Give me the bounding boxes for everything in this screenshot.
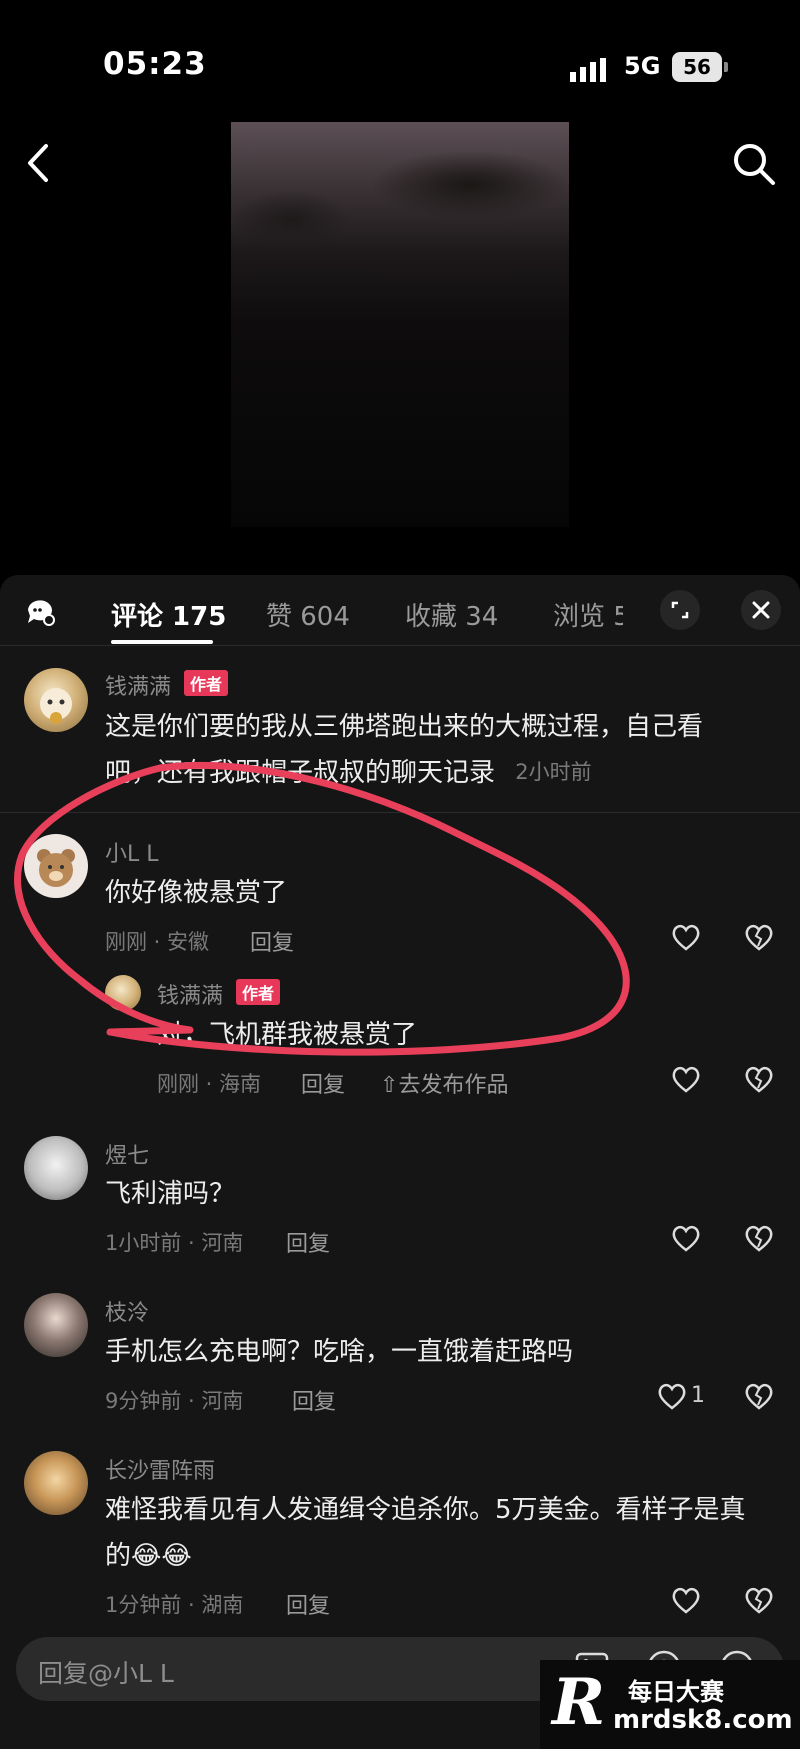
video-shadow: [231, 190, 351, 250]
watermark-title: 每日大赛: [628, 1678, 724, 1706]
heart-icon[interactable]: [670, 1223, 702, 1253]
annotation-circle: [14, 762, 630, 1056]
dislike-icon[interactable]: [743, 1585, 775, 1615]
search-icon[interactable]: [730, 140, 778, 188]
reply-button[interactable]: 回复: [286, 1226, 330, 1258]
cat-avatar-icon: [40, 688, 72, 724]
avatar[interactable]: [24, 1293, 88, 1357]
heart-icon[interactable]: [656, 1381, 688, 1411]
reply-input-placeholder: 回复@小L L: [38, 1659, 174, 1688]
close-button[interactable]: [741, 590, 781, 630]
dislike-icon[interactable]: [743, 1064, 775, 1094]
comment-meta: 1小时前 · 河南: [105, 1231, 244, 1255]
reply-button[interactable]: 回复: [292, 1384, 336, 1416]
comment-meta: 9分钟前 · 河南: [105, 1389, 244, 1413]
expand-icon: [671, 601, 689, 619]
watermark-url: mrdsk8.com: [613, 1705, 793, 1735]
signal-icon: [570, 58, 606, 82]
dislike-icon[interactable]: [743, 922, 775, 952]
tab-comments[interactable]: 评论 175: [111, 596, 226, 633]
avatar[interactable]: [24, 1451, 88, 1515]
author-badge: 作者: [184, 670, 229, 696]
video-shadow: [370, 150, 570, 220]
comment-text-line: 这是你们要的我从三佛塔跑出来的大概过程，自己看: [105, 702, 703, 752]
active-tab-indicator: [111, 640, 213, 644]
dislike-icon[interactable]: [743, 1381, 775, 1411]
tab-likes[interactable]: 赞 604: [266, 596, 350, 633]
comment-username[interactable]: 长沙雷阵雨: [105, 1453, 215, 1485]
comment-text: 飞利浦吗？: [105, 1179, 236, 1209]
comment-text-line: 的😂😂: [105, 1541, 192, 1571]
comment-text-line: 这是你们要的我从三佛塔跑出来的大概过程，自己看: [105, 712, 704, 742]
comment-text: 手机怎么充电啊？吃啥，一直饿着赶路吗: [105, 1337, 574, 1367]
comment-username[interactable]: 枝泠: [105, 1295, 149, 1327]
network-label: 5G: [624, 52, 661, 80]
heart-icon[interactable]: [670, 1585, 702, 1615]
dislike-icon[interactable]: [743, 1223, 775, 1253]
chat-settings-icon[interactable]: [24, 596, 56, 628]
back-icon[interactable]: [20, 140, 60, 186]
battery-level: 56: [672, 52, 722, 82]
status-time: 05:23: [103, 46, 207, 82]
comment-text-line: 难怪我看见有人发通缉令追杀你。5万美金。看样子是真: [105, 1495, 746, 1525]
expand-button[interactable]: [660, 590, 700, 630]
comment-meta: 1分钟前 · 湖南: [105, 1593, 244, 1617]
tab-views[interactable]: 浏览 5: [553, 596, 623, 633]
comment-username[interactable]: 钱满满: [105, 669, 171, 701]
close-icon: [752, 601, 770, 619]
battery-tip: [724, 62, 728, 72]
watermark-logo: R: [552, 1665, 606, 1740]
reply-button[interactable]: 回复: [286, 1588, 330, 1620]
tab-saves[interactable]: 收藏 34: [405, 596, 498, 633]
avatar[interactable]: [24, 668, 88, 732]
like-count: 1: [691, 1383, 705, 1408]
